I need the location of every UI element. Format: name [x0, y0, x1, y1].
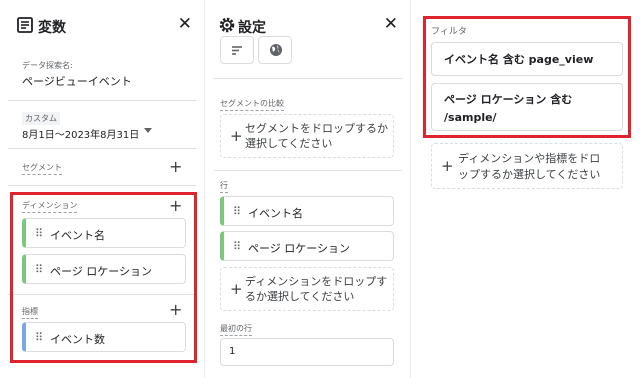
highlight-box [10, 192, 197, 363]
row-label: ページ ロケーション [248, 242, 351, 255]
close-icon[interactable]: ✕ [384, 14, 398, 34]
highlight-box [423, 16, 631, 138]
date-custom-label: カスタム [22, 112, 60, 125]
segment-drop-zone[interactable]: + セグメントをドロップするか 選択してください [220, 114, 394, 158]
sort-button[interactable] [220, 36, 254, 64]
filter-drop-zone[interactable]: + ディメンションや指標をドロ ップするか選択してください [431, 143, 623, 189]
drag-handle-icon[interactable]: ⠿ [233, 205, 241, 218]
variables-icon [17, 17, 33, 33]
plus-icon: + [230, 127, 243, 145]
row-label: イベント名 [248, 207, 303, 220]
drag-handle-icon[interactable]: ⠿ [233, 240, 241, 253]
segment-compare-label: セグメントの比較 [220, 98, 284, 111]
add-segment-plus-icon[interactable]: + [169, 159, 182, 175]
exploration-name-label: データ探索名: [22, 61, 73, 70]
row-chip[interactable]: ⠿ イベント名 [220, 196, 394, 226]
first-row-value: 1 [229, 346, 236, 357]
panel-title: 変数 [38, 20, 66, 36]
drop-text: ップするか選択してください [458, 168, 601, 181]
globe-button[interactable] [258, 36, 292, 64]
variables-header: 変数 ✕ [0, 0, 204, 52]
gear-icon [219, 17, 235, 33]
globe-icon [270, 44, 282, 56]
drop-text: 選択してください [245, 137, 333, 150]
drop-text: セグメントをドロップするか [245, 122, 388, 135]
plus-icon: + [441, 157, 454, 175]
sort-icon [232, 46, 242, 55]
plus-icon: + [230, 280, 243, 298]
divider [214, 78, 402, 79]
settings-panel: 設定 ✕ セグメントの比較 + セグメントをドロップするか 選択してください 行… [206, 0, 411, 378]
rows-drop-zone[interactable]: + ディメンションをドロップす るか選択してください [220, 267, 394, 311]
first-row-label: 最初の行 [220, 323, 252, 336]
rows-label: 行 [220, 180, 228, 193]
row-chip[interactable]: ⠿ ページ ロケーション [220, 231, 394, 261]
first-row-input[interactable]: 1 [220, 338, 394, 366]
segments-label: セグメント [22, 162, 62, 175]
drop-text: るか選択してください [245, 290, 355, 303]
divider [8, 185, 196, 186]
divider [8, 100, 196, 101]
divider [214, 170, 402, 171]
drop-text: ディメンションや指標をドロ [458, 152, 601, 165]
drop-text: ディメンションをドロップす [245, 275, 388, 288]
dropdown-arrow-icon[interactable] [144, 128, 152, 134]
divider [8, 148, 196, 149]
panel-title: 設定 [238, 20, 266, 36]
close-icon[interactable]: ✕ [178, 14, 192, 34]
exploration-name[interactable]: ページビューイベント [22, 73, 132, 89]
date-range[interactable]: 8月1日～2023年8月31日 [22, 126, 139, 141]
